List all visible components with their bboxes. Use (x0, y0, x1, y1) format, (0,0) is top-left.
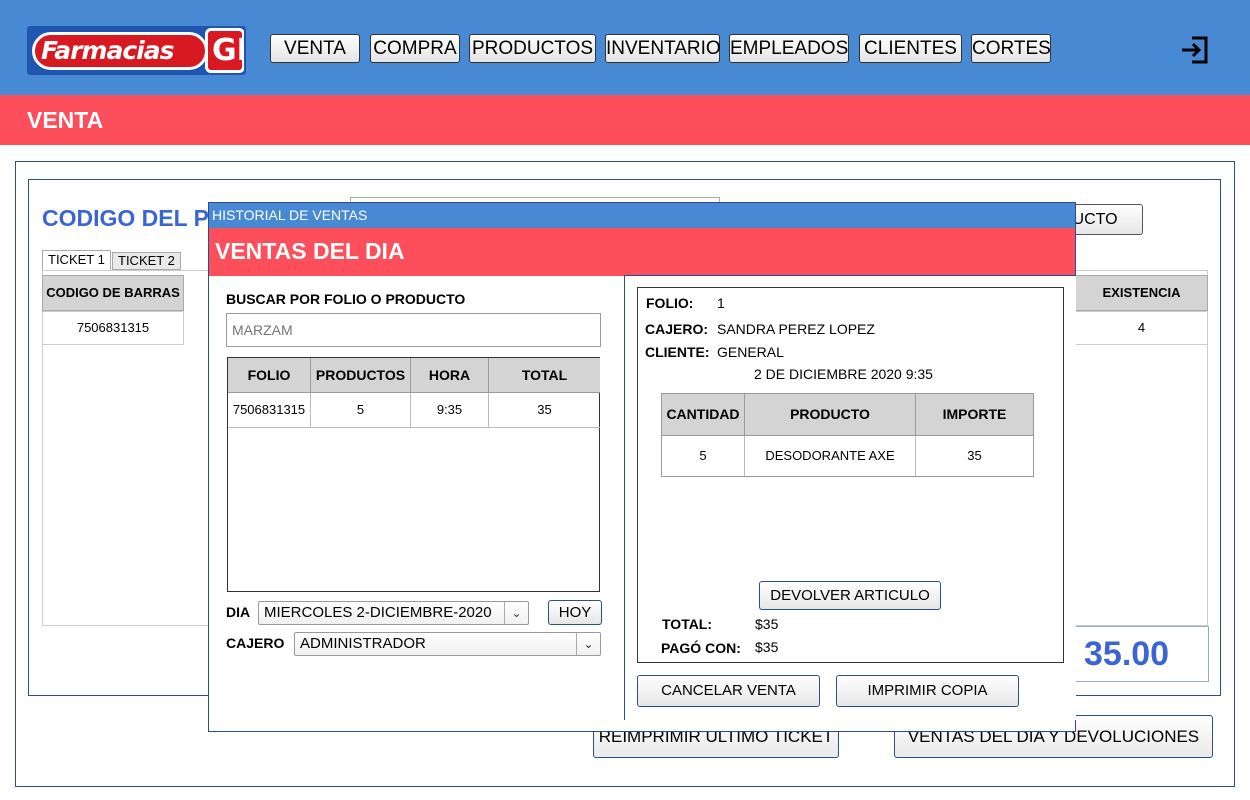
cell-products: 5 (311, 393, 411, 428)
farmacias-logo: Farmacias GI (27, 26, 246, 75)
column-header-barcode: CODIGO DE BARRAS (42, 275, 184, 311)
today-button[interactable]: HOY (548, 600, 602, 625)
cancel-sale-button[interactable]: CANCELAR VENTA (637, 675, 820, 707)
dialog-header: VENTAS DEL DIA (209, 228, 1075, 276)
column-header-folio: FOLIO (228, 358, 311, 393)
column-header-quantity: CANTIDAD (662, 394, 745, 436)
nav-empleados-button[interactable]: EMPLEADOS (729, 34, 849, 63)
client-label: CLIENTE: (645, 344, 710, 360)
paid-with-value: $35 (755, 639, 779, 655)
dialog-title-bar[interactable]: HISTORIAL DE VENTAS (209, 203, 1075, 228)
sale-total: 35.00 (1075, 626, 1209, 682)
cashier-select-value: ADMINISTRADOR (300, 635, 426, 652)
column-header-total: TOTAL (489, 358, 600, 393)
cell-amount: 35 (967, 448, 982, 463)
cell-stock: 4 (1075, 311, 1208, 345)
cell-total: 35 (489, 393, 600, 428)
search-input[interactable] (226, 313, 601, 347)
chevron-down-icon: ⌄ (504, 602, 528, 624)
nav-inventario-button[interactable]: INVENTARIO (605, 34, 721, 63)
client-value: GENERAL (717, 344, 784, 360)
column-header-products: PRODUCTOS (311, 358, 411, 393)
sale-total-value: 35.00 (1084, 635, 1170, 673)
column-header-amount: IMPORTE (916, 394, 1033, 436)
sale-items-table: CANTIDAD PRODUCTO IMPORTE 5 DESODORANTE … (661, 393, 1034, 477)
total-value: $35 (755, 616, 779, 632)
day-select-value: MIERCOLES 2-DICIEMBRE-2020 (264, 604, 492, 621)
detail-cashier-label: CAJERO: (645, 321, 709, 337)
folio-label: FOLIO: (646, 295, 694, 311)
chevron-down-icon: ⌄ (576, 633, 600, 655)
sale-date: 2 DE DICIEMBRE 2020 9:35 (754, 366, 933, 382)
nav-productos-button[interactable]: PRODUCTOS (469, 34, 596, 63)
logout-icon[interactable] (1180, 35, 1210, 65)
logo-badge: GI (212, 33, 246, 68)
section-title: VENTA (27, 107, 104, 133)
cell-time: 9:35 (411, 393, 489, 428)
search-label: BUSCAR POR FOLIO O PRODUCTO (226, 291, 466, 307)
cell-barcode: 7506831315 (42, 311, 184, 345)
sales-list-table: FOLIO PRODUCTOS HORA TOTAL 7506831315 5 … (227, 357, 600, 592)
column-header-time: HORA (411, 358, 489, 393)
cell-product: DESODORANTE AXE (745, 436, 916, 476)
cell-quantity: 5 (662, 436, 745, 476)
nav-cortes-button[interactable]: CORTES (971, 34, 1051, 63)
detail-cashier-value: SANDRA PEREZ LOPEZ (717, 321, 875, 337)
cell-folio: 7506831315 (228, 393, 311, 428)
nav-clientes-button[interactable]: CLIENTES (859, 34, 962, 63)
cashier-select[interactable]: ADMINISTRADOR ⌄ (294, 632, 601, 656)
column-header-product: PRODUCTO (745, 394, 916, 436)
day-select[interactable]: MIERCOLES 2-DICIEMBRE-2020 ⌄ (258, 601, 529, 625)
tab-ticket-2[interactable]: TICKET 2 (112, 252, 181, 270)
paid-with-label: PAGÓ CON: (661, 640, 741, 656)
logo-text: Farmacias (41, 36, 174, 65)
dialog-heading: VENTAS DEL DIA (215, 238, 405, 264)
nav-venta-button[interactable]: VENTA (270, 34, 360, 63)
day-label: DIA (226, 604, 251, 620)
folio-value: 1 (717, 295, 725, 311)
nav-compra-button[interactable]: COMPRA (370, 34, 460, 63)
product-code-title: CODIGO DEL P (42, 205, 209, 231)
total-label: TOTAL: (662, 616, 713, 632)
print-copy-button[interactable]: IMPRIMIR COPIA (836, 675, 1019, 707)
section-header: VENTA (0, 95, 1250, 145)
cashier-label: CAJERO (226, 635, 285, 651)
top-bar: Farmacias GI VENTA COMPRA PRODUCTOS INVE… (0, 0, 1250, 95)
tab-ticket-1[interactable]: TICKET 1 (42, 250, 111, 270)
return-item-button[interactable]: DEVOLVER ARTICULO (759, 581, 941, 610)
column-header-stock: EXISTENCIA (1075, 275, 1208, 311)
